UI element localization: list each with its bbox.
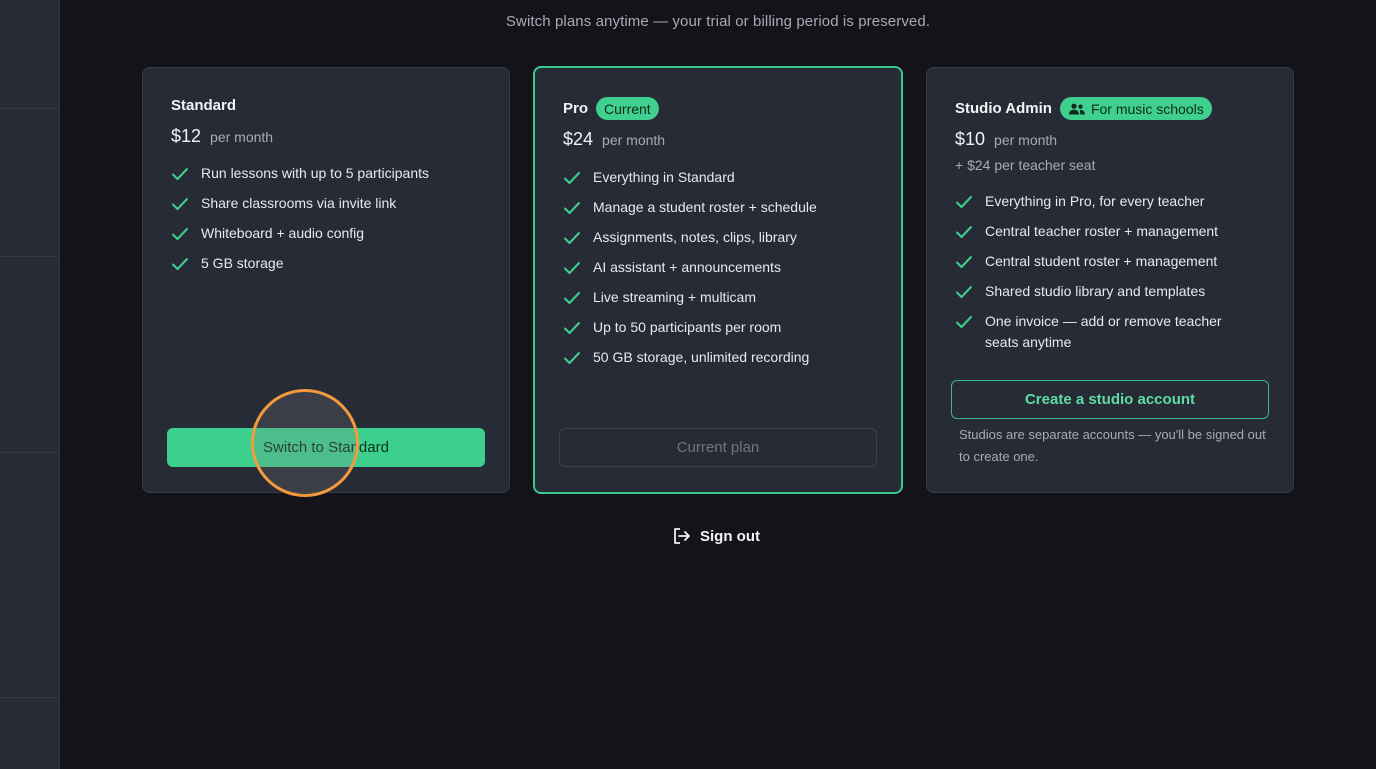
plan-name: Pro [563,100,589,117]
sign-out-link[interactable]: Sign out [672,525,760,547]
check-icon [563,227,583,248]
feature-text: Share classrooms via invite link [201,195,397,211]
check-icon [955,251,975,272]
feature-item: Run lessons with up to 5 participants [171,163,429,184]
feature-item: Up to 50 participants per room [563,317,817,338]
page-subtitle: Switch plans anytime — your trial or bil… [505,13,931,30]
feature-item: Share classrooms via invite link [171,193,429,214]
check-icon [171,223,191,244]
feature-text: Up to 50 participants per room [593,319,782,335]
check-icon [171,253,191,274]
for-music-schools-badge: For music schools [1059,97,1212,120]
plan-price-row: $12 per month [171,126,273,147]
check-icon [171,193,191,214]
feature-item: AI assistant + announcements [563,257,817,278]
feature-text: Everything in Standard [593,169,735,185]
feature-item: One invoice — add or remove teacher seat… [955,311,1255,353]
check-icon [955,221,975,242]
current-plan-button[interactable]: Current plan [559,428,877,467]
feature-item: Manage a student roster + schedule [563,197,817,218]
feature-text: Live streaming + multicam [593,289,757,305]
feature-item: Live streaming + multicam [563,287,817,308]
feature-text: Central student roster + management [985,253,1218,269]
users-icon [1068,103,1085,114]
plan-header: Studio Admin For music schools [955,97,1212,120]
sidebar-divider [0,697,60,698]
plan-card-studio-admin: Studio Admin For music schools $10 per m… [926,67,1294,493]
check-icon [563,257,583,278]
plan-price: $12 [171,126,202,146]
switch-to-standard-button[interactable]: Switch to Standard [167,428,485,467]
check-icon [955,191,975,212]
feature-item: Shared studio library and templates [955,281,1255,302]
plan-period: per month [210,129,274,145]
check-icon [955,311,975,332]
badge-label: For music schools [1090,100,1204,117]
feature-text: Manage a student roster + schedule [593,199,817,215]
sign-out-icon [674,528,690,544]
check-icon [563,347,583,368]
feature-text: 5 GB storage [201,255,284,271]
seat-price: + $24 per teacher seat [955,157,1096,173]
feature-list: Everything in Pro, for every teacher Cen… [955,191,1255,362]
feature-text: Whiteboard + audio config [201,225,365,241]
plan-header: Standard [171,97,236,114]
sidebar-divider [0,108,60,109]
feature-text: 50 GB storage, unlimited recording [593,349,810,365]
feature-item: Central teacher roster + management [955,221,1255,242]
sidebar-divider [0,452,60,453]
feature-text: AI assistant + announcements [593,259,781,275]
plan-price: $10 [955,129,986,149]
feature-text: Central teacher roster + management [985,223,1219,239]
plan-card-standard: Standard $12 per month Run lessons with … [142,67,510,493]
feature-list: Everything in Standard Manage a student … [563,167,817,377]
plan-header: Pro Current [563,97,659,120]
sidebar [0,0,60,769]
check-icon [563,317,583,338]
feature-item: Whiteboard + audio config [171,223,429,244]
plan-name: Standard [171,97,237,114]
check-icon [563,197,583,218]
feature-text: Everything in Pro, for every teacher [985,193,1205,209]
plan-price-row: $24 per month [563,129,665,150]
feature-text: Shared studio library and templates [985,283,1206,299]
check-icon [955,281,975,302]
feature-item: Everything in Pro, for every teacher [955,191,1255,212]
plan-card-pro: Pro Current $24 per month Everything in … [533,66,903,494]
sign-out-label: Sign out [700,527,760,545]
feature-item: Everything in Standard [563,167,817,188]
feature-item: 5 GB storage [171,253,429,274]
feature-item: Assignments, notes, clips, library [563,227,817,248]
plan-period: per month [602,132,666,148]
plan-price-row: $10 per month [955,129,1057,150]
feature-text: One invoice — add or remove teacher seat… [985,313,1222,350]
feature-text: Assignments, notes, clips, library [593,229,797,245]
create-studio-account-button[interactable]: Create a studio account [951,380,1269,419]
check-icon [171,163,191,184]
check-icon [563,167,583,188]
feature-item: Central student roster + management [955,251,1255,272]
check-icon [563,287,583,308]
feature-list: Run lessons with up to 5 participants Sh… [171,163,429,283]
feature-item: 50 GB storage, unlimited recording [563,347,817,368]
plan-price: $24 [563,129,594,149]
current-badge: Current [596,97,659,120]
sidebar-divider [0,256,60,257]
plan-name: Studio Admin [955,100,1052,117]
studio-note: Studios are separate accounts — you'll b… [959,427,1266,464]
plan-period: per month [994,132,1058,148]
feature-text: Run lessons with up to 5 participants [201,165,430,181]
